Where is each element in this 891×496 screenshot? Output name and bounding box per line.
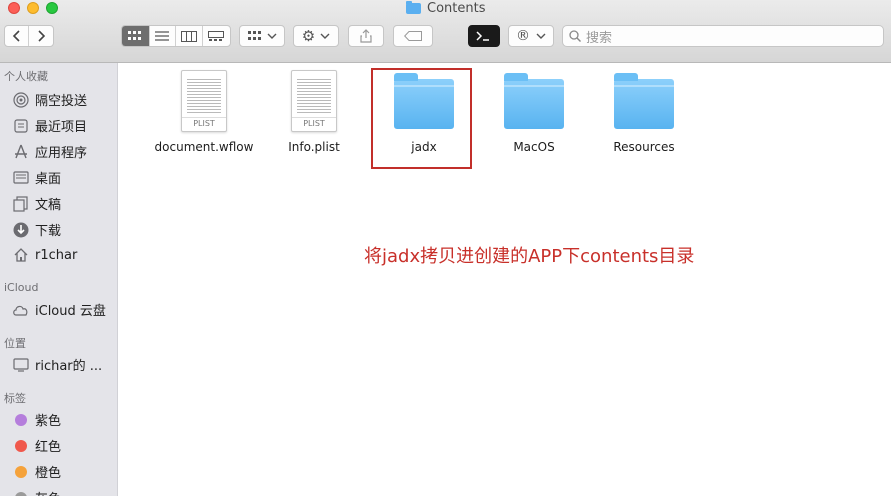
sidebar-item-label: 橙色 — [35, 466, 62, 481]
action-menu-button[interactable]: ⚙ — [293, 25, 339, 47]
applications-icon — [12, 143, 30, 161]
sidebar-item-label: 隔空投送 — [35, 94, 88, 109]
sidebar-header-tags: 标签 — [4, 392, 26, 405]
file-name: Info.plist — [288, 140, 340, 154]
tag-button[interactable] — [393, 25, 433, 47]
orange-dot-icon — [15, 465, 27, 478]
chevron-down-icon — [320, 33, 330, 39]
chevron-down-icon — [536, 33, 546, 39]
minimize-window-button[interactable] — [27, 2, 39, 14]
folder-icon — [406, 0, 421, 14]
share-icon — [360, 29, 372, 43]
sidebar-item-label: 下载 — [35, 224, 62, 239]
computer-icon — [12, 356, 30, 374]
extension-menu-button[interactable]: ® — [508, 25, 554, 47]
back-button[interactable] — [5, 26, 30, 46]
folder-name: MacOS — [513, 140, 555, 154]
sidebar-item-downloads[interactable]: 下载 — [12, 220, 61, 239]
gallery-view-button[interactable] — [203, 26, 230, 46]
view-mode-selector — [121, 25, 231, 47]
nav-buttons — [4, 25, 54, 47]
sidebar-item-label: 最近项目 — [35, 120, 88, 135]
window-title: Contents — [406, 0, 485, 16]
share-button[interactable] — [348, 25, 384, 47]
home-icon — [12, 246, 30, 264]
red-dot-icon — [15, 439, 27, 452]
search-placeholder: 搜索 — [586, 30, 613, 46]
sidebar-item-documents[interactable]: 文稿 — [12, 194, 61, 213]
gallery-icon — [208, 30, 225, 41]
plist-file-icon: PLIST — [291, 70, 337, 132]
sidebar-item-label: iCloud 云盘 — [35, 304, 106, 319]
icon-view-button[interactable] — [122, 26, 150, 46]
sidebar-header-favorites: 个人收藏 — [4, 70, 48, 83]
sidebar-item-label: 应用程序 — [35, 146, 88, 161]
zoom-window-button[interactable] — [46, 2, 58, 14]
terminal-icon — [476, 31, 489, 41]
gray-dot-icon — [15, 491, 27, 496]
grid-icon — [128, 31, 142, 40]
sidebar-item-label: 灰色 — [35, 488, 61, 496]
annotation-text: 将jadx拷贝进创建的APP下contents目录 — [364, 246, 695, 267]
sidebar-item-label: 紫色 — [35, 414, 62, 429]
search-field[interactable]: 搜索 — [562, 25, 884, 47]
sidebar-item-label: 桌面 — [35, 172, 62, 187]
sidebar-item-icloud-drive[interactable]: iCloud 云盘 — [12, 300, 106, 319]
registered-icon: ® — [516, 28, 530, 44]
file-item[interactable]: PLIST document.wflow — [149, 66, 259, 154]
columns-icon — [180, 30, 197, 42]
close-window-button[interactable] — [8, 2, 20, 14]
folder-item[interactable]: Resources — [589, 66, 699, 154]
airdrop-icon — [12, 91, 30, 109]
list-view-button[interactable] — [150, 26, 177, 46]
chevron-left-icon — [12, 30, 20, 42]
folder-icon — [614, 73, 674, 129]
terminal-button[interactable] — [468, 25, 500, 47]
sidebar-item-label: richar的 ... — [35, 359, 103, 374]
chevron-down-icon — [267, 33, 276, 39]
tag-icon — [404, 31, 422, 41]
column-view-button[interactable] — [176, 26, 203, 46]
gear-icon: ⚙ — [301, 27, 316, 45]
sidebar-item-label: r1char — [35, 247, 78, 263]
plist-file-icon: PLIST — [181, 70, 227, 132]
file-name: document.wflow — [154, 140, 254, 154]
sidebar-item-tag-orange[interactable]: 橙色 — [12, 462, 61, 481]
downloads-icon — [12, 221, 30, 239]
list-icon — [155, 31, 170, 41]
sidebar: 个人收藏 隔空投送 最近项目 应用程序 桌面 文稿 下载 r1char iClo… — [0, 63, 118, 496]
folder-item[interactable]: MacOS — [479, 66, 589, 154]
sidebar-item-home[interactable]: r1char — [12, 246, 77, 264]
desktop-icon — [12, 169, 30, 187]
file-item[interactable]: PLIST Info.plist — [259, 66, 369, 154]
documents-icon — [12, 195, 30, 213]
sidebar-item-tag-gray[interactable]: 灰色 — [12, 488, 61, 496]
sidebar-item-tag-purple[interactable]: 紫色 — [12, 410, 61, 429]
recent-icon — [12, 117, 30, 135]
window-title-text: Contents — [427, 0, 486, 16]
sidebar-item-label: 红色 — [35, 440, 62, 455]
group-by-button[interactable] — [239, 25, 285, 47]
forward-button[interactable] — [29, 26, 53, 46]
cloud-icon — [12, 301, 30, 319]
sidebar-item-label: 文稿 — [35, 198, 62, 213]
group-grid-icon — [247, 31, 261, 40]
sidebar-item-desktop[interactable]: 桌面 — [12, 168, 61, 187]
highlight-box — [371, 68, 472, 169]
folder-name: Resources — [613, 140, 675, 154]
sidebar-item-airdrop[interactable]: 隔空投送 — [12, 90, 87, 109]
sidebar-item-applications[interactable]: 应用程序 — [12, 142, 87, 161]
sidebar-header-locations: 位置 — [4, 337, 26, 350]
window-titlebar: Contents ⚙ ® 搜索 — [0, 0, 891, 63]
sidebar-item-recent[interactable]: 最近项目 — [12, 116, 87, 135]
sidebar-header-icloud: iCloud — [4, 281, 39, 294]
purple-dot-icon — [15, 413, 27, 426]
chevron-right-icon — [38, 30, 46, 42]
folder-icon — [504, 73, 564, 129]
sidebar-item-computer[interactable]: richar的 ... — [12, 355, 102, 374]
sidebar-item-tag-red[interactable]: 红色 — [12, 436, 61, 455]
search-icon — [569, 30, 581, 42]
